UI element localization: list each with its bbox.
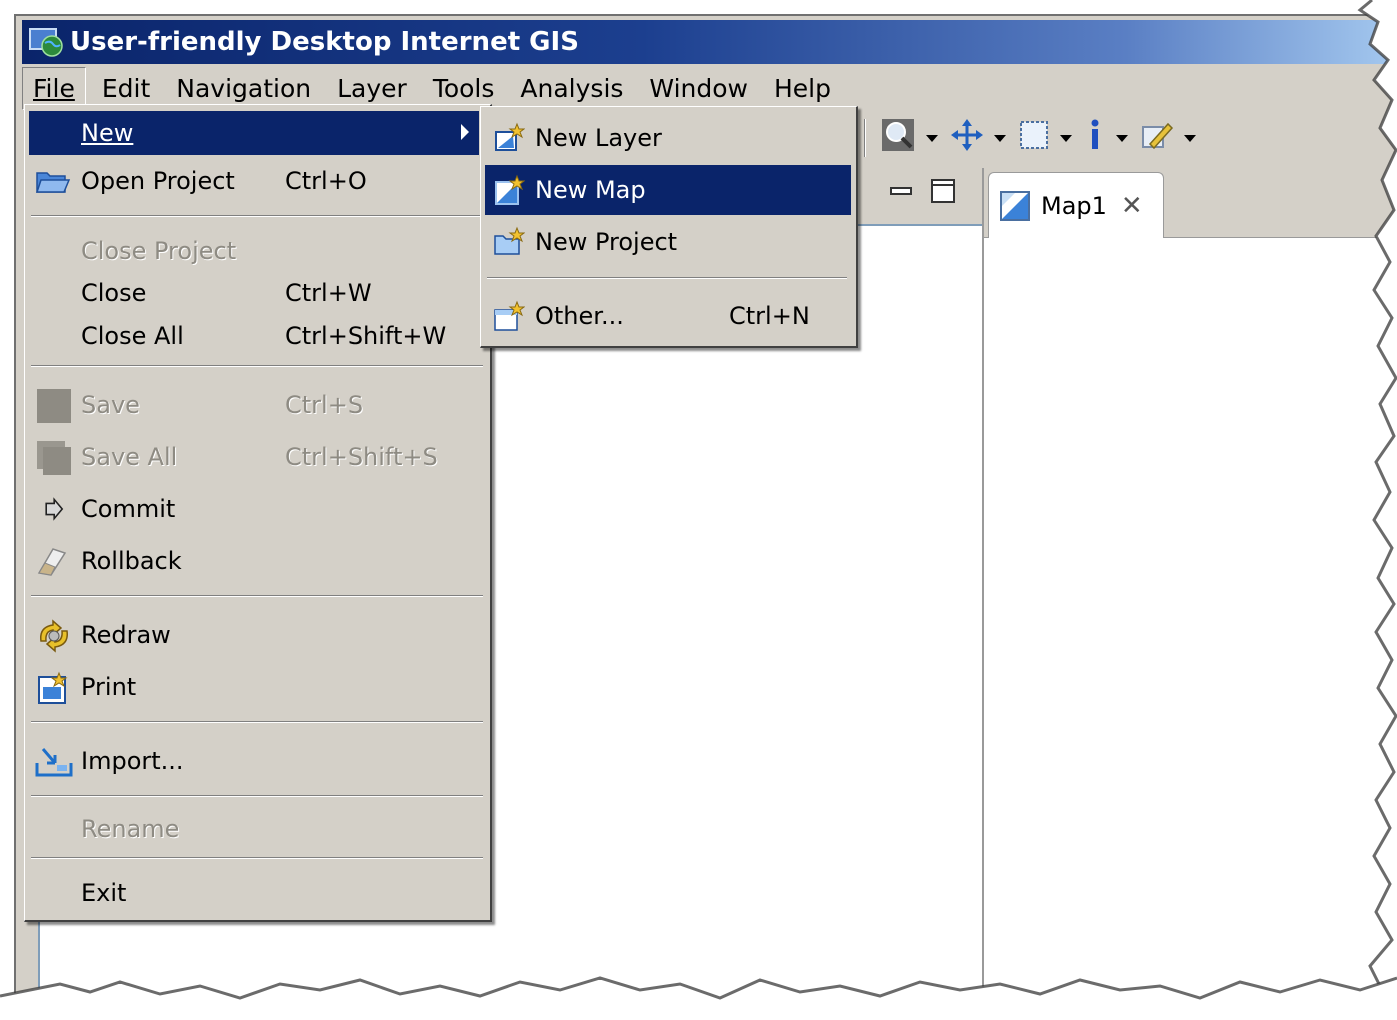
pan-arrows-icon [950, 118, 984, 158]
title-bar: User-friendly Desktop Internet GIS [22, 20, 1397, 64]
info-icon [1084, 118, 1106, 158]
close-tab-icon[interactable]: ✕ [1121, 191, 1143, 221]
open-folder-icon [35, 165, 71, 197]
edit-pencil-icon [1140, 118, 1174, 158]
zoom-icon [880, 117, 916, 159]
main-toolbar [856, 116, 1208, 160]
zoom-dropdown-arrow-icon[interactable] [926, 134, 938, 142]
torn-edge-right [1357, 0, 1397, 1020]
menu-item-redraw[interactable]: Redraw [29, 613, 479, 657]
zoom-tool-button[interactable] [880, 117, 938, 159]
print-icon [35, 671, 71, 704]
menu-item-commit[interactable]: Commit [29, 487, 479, 531]
menu-item-rollback[interactable]: Rollback [29, 539, 479, 583]
menu-item-save-all[interactable]: Save All Ctrl+Shift+S [29, 435, 479, 479]
menu-item-close-project[interactable]: Close Project [29, 229, 479, 273]
toolbar-separator [864, 119, 866, 157]
tab-label: Map1 [1041, 191, 1107, 220]
import-icon [35, 745, 73, 777]
menu-separator [31, 595, 483, 597]
menu-item-close[interactable]: Close Ctrl+W [29, 271, 479, 315]
menu-separator [487, 277, 847, 279]
menu-analysis[interactable]: Analysis [510, 68, 633, 109]
new-project-folder-icon [493, 226, 526, 258]
menu-tools[interactable]: Tools [423, 68, 505, 109]
submenu-item-new-project[interactable]: New Project [485, 217, 851, 267]
maximize-view-icon[interactable] [928, 176, 958, 212]
redraw-icon [35, 619, 71, 653]
commit-arrow-icon [35, 493, 71, 525]
menu-navigation[interactable]: Navigation [166, 68, 321, 109]
menu-separator [31, 215, 483, 217]
view-controls [886, 176, 958, 212]
menu-layer[interactable]: Layer [327, 68, 417, 109]
eraser-icon [35, 545, 71, 577]
save-all-icon [35, 441, 71, 475]
menu-item-open-project[interactable]: Open Project Ctrl+O [29, 159, 479, 203]
select-dropdown-arrow-icon[interactable] [1060, 134, 1072, 142]
menu-item-close-all[interactable]: Close All Ctrl+Shift+W [29, 314, 479, 358]
file-menu: New Open Project Ctrl+O Close Project Cl… [24, 104, 492, 922]
map-icon [999, 190, 1031, 222]
menu-item-import[interactable]: Import... [29, 739, 479, 783]
pan-tool-button[interactable] [950, 118, 1006, 158]
submenu-arrow-icon [461, 124, 469, 140]
menu-help[interactable]: Help [764, 68, 841, 109]
new-map-icon [493, 174, 526, 206]
menu-item-rename[interactable]: Rename [29, 807, 479, 851]
minimize-view-icon[interactable] [886, 176, 916, 212]
menu-separator [31, 365, 483, 367]
save-icon [35, 389, 71, 423]
window-title: User-friendly Desktop Internet GIS [70, 27, 579, 57]
menu-separator [31, 795, 483, 797]
menu-edit[interactable]: Edit [92, 68, 160, 109]
menu-item-exit[interactable]: Exit [29, 871, 479, 915]
edit-tool-button[interactable] [1140, 118, 1196, 158]
menu-bar: File Edit Navigation Layer Tools Analysi… [22, 66, 847, 110]
info-dropdown-arrow-icon[interactable] [1116, 134, 1128, 142]
torn-edge-bottom [0, 976, 1397, 1020]
new-submenu: New Layer New Map New Project Other... C… [480, 106, 858, 348]
submenu-item-new-layer[interactable]: New Layer [485, 113, 851, 163]
menu-item-print[interactable]: Print [29, 665, 479, 709]
new-layer-icon [493, 122, 526, 154]
select-tool-button[interactable] [1018, 119, 1072, 157]
pan-dropdown-arrow-icon[interactable] [994, 134, 1006, 142]
menu-separator [31, 721, 483, 723]
tab-map1[interactable]: Map1 ✕ [988, 172, 1164, 238]
app-globe-icon [28, 26, 64, 58]
edit-dropdown-arrow-icon[interactable] [1184, 134, 1196, 142]
menu-item-new[interactable]: New [29, 111, 479, 155]
menu-item-save[interactable]: Save Ctrl+S [29, 383, 479, 427]
submenu-item-other[interactable]: Other... Ctrl+N [485, 291, 851, 341]
menu-window[interactable]: Window [639, 68, 758, 109]
submenu-item-new-map[interactable]: New Map [485, 165, 851, 215]
info-tool-button[interactable] [1084, 118, 1128, 158]
menu-separator [31, 857, 483, 859]
other-wizard-icon [493, 300, 526, 332]
selection-box-icon [1018, 119, 1050, 157]
